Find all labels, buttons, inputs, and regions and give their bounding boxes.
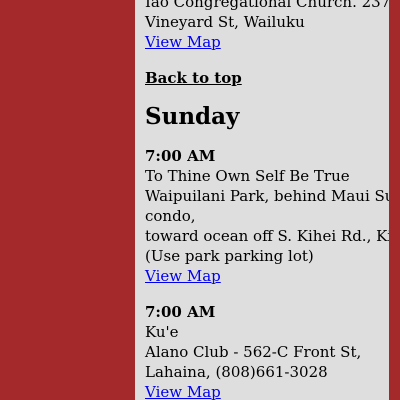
meeting-entry: 7:00 AM To Thine Own Self Be True Waipui… — [145, 146, 389, 286]
meeting-address-line: toward ocean off S. Kihei Rd., Kihei, — [145, 227, 389, 245]
page: Iao Congregational Church. 2371 Vineyard… — [0, 0, 400, 400]
meeting-location-line: Iao Congregational Church. 2371 — [145, 0, 389, 11]
meeting-list: Iao Congregational Church. 2371 Vineyard… — [145, 0, 389, 400]
meeting-address-line: (Use park parking lot) — [145, 247, 314, 265]
meeting-entry-previous: Iao Congregational Church. 2371 Vineyard… — [145, 0, 389, 52]
meeting-name: Ku'e — [145, 323, 179, 341]
back-to-top-link[interactable]: Back to top — [145, 68, 242, 88]
meeting-location-line: Vineyard St, Wailuku — [145, 13, 305, 31]
meeting-address-line: Alano Club - 562-C Front St, — [145, 343, 362, 361]
meeting-time: 7:00 AM — [145, 303, 216, 321]
meeting-time: 7:00 AM — [145, 147, 216, 165]
meeting-address-line: Lahaina, (808)661-3028 — [145, 363, 328, 381]
view-map-link[interactable]: View Map — [145, 266, 221, 286]
view-map-link[interactable]: View Map — [145, 32, 221, 52]
main-content: Iao Congregational Church. 2371 Vineyard… — [135, 0, 389, 400]
meeting-address-line: Waipuilani Park, behind Maui Sunset — [145, 187, 389, 205]
meeting-name: To Thine Own Self Be True — [145, 167, 350, 185]
meeting-entry: 7:00 AM Ku'e Alano Club - 562-C Front St… — [145, 302, 385, 400]
day-heading: Sunday — [145, 103, 240, 130]
meeting-address-line: condo, — [145, 207, 196, 225]
view-map-link[interactable]: View Map — [145, 382, 221, 400]
